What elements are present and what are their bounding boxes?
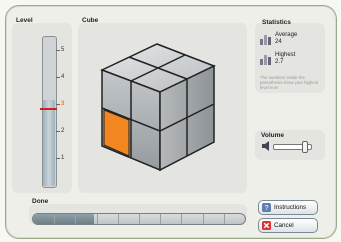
progress-segment-divider	[139, 214, 140, 224]
progress-segment-divider	[160, 214, 162, 224]
average-label: Average	[275, 32, 298, 38]
level-title: Level	[16, 17, 33, 24]
cancel-label: Cancel	[274, 222, 294, 229]
svg-text:?: ?	[265, 203, 269, 212]
help-icon: ?	[262, 203, 271, 212]
average-value: 24	[275, 39, 282, 45]
level-tick-mark	[56, 77, 60, 78]
progress-segment-divider	[117, 214, 119, 224]
progress-segment-divider	[202, 214, 204, 224]
level-slider-fill	[43, 100, 55, 186]
instructions-label: Instructions	[274, 204, 307, 211]
level-tick-mark	[56, 158, 60, 159]
level-tick-label: 4	[61, 74, 65, 80]
level-tick-mark	[56, 50, 60, 51]
volume-title: Volume	[261, 132, 284, 139]
progress-segment-divider	[223, 214, 225, 224]
level-tick-label: 2	[61, 128, 65, 134]
statistics-title: Statistics	[262, 19, 291, 26]
progress-segment-divider	[96, 214, 98, 224]
bar-chart-icon	[260, 55, 271, 65]
cancel-x-icon	[262, 221, 271, 230]
progress-segment-divider	[181, 214, 183, 224]
level-tick-label: 5	[61, 47, 65, 53]
level-tick-label: 1	[61, 155, 65, 161]
level-tick-mark	[56, 104, 60, 105]
bar-chart-icon	[260, 35, 271, 45]
instructions-button[interactable]: ? Instructions	[258, 200, 318, 215]
progress-segment-divider	[75, 214, 77, 224]
progress-segment-divider	[54, 214, 56, 224]
cancel-button[interactable]: Cancel	[258, 218, 318, 233]
volume-slider-handle[interactable]	[302, 141, 309, 153]
level-tick-mark	[56, 131, 60, 132]
level-current-marker	[40, 108, 57, 110]
statistics-note: The numbers inside the parenthesis show …	[260, 75, 319, 91]
speaker-icon	[262, 141, 269, 151]
done-progress-bar	[32, 213, 246, 225]
done-progress-fill	[33, 214, 95, 224]
done-title: Done	[32, 198, 49, 205]
level-tick-label: 3	[61, 101, 65, 107]
highest-value: 2.7	[275, 59, 284, 65]
cube-title: Cube	[82, 17, 99, 24]
cube-view[interactable]	[82, 40, 232, 175]
highest-label: Highest	[275, 52, 296, 58]
